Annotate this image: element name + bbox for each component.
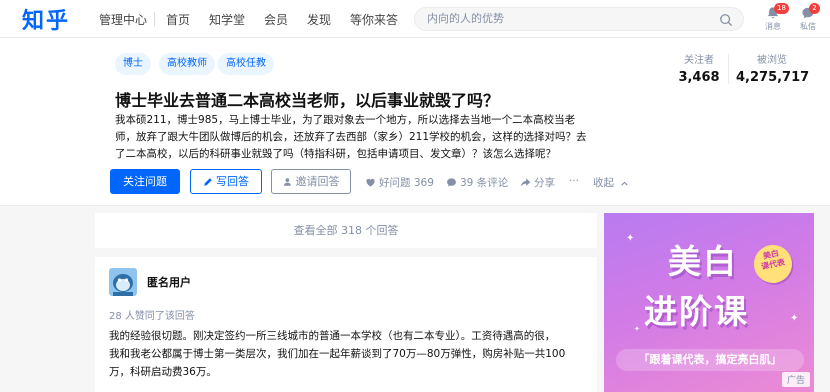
- description-line: 了二本高校，以后的科研事业就毁了吗（特指科研，包括申请项目、发文章）？该怎么选择…: [115, 148, 556, 160]
- stat-divider: [728, 54, 729, 84]
- collapse-label: 收起: [593, 177, 614, 189]
- search-input[interactable]: [427, 12, 707, 25]
- ad-headline-top: 美白: [668, 242, 738, 281]
- answer-line: 我的经验很切题。刚决定签约一所三线城市的普通一本学校（也有二本专业）。工资待遇高…: [109, 330, 556, 342]
- answer-author-name[interactable]: 匿名用户: [147, 274, 191, 290]
- question-header: 博士 高校教师 高校任教 关注者 3,468 被浏览 4,275,717 博士毕…: [0, 38, 830, 206]
- nav-home[interactable]: 首页: [166, 11, 190, 28]
- topic-tag-phd[interactable]: 博士: [115, 53, 151, 75]
- ad-seal-badge: 美白 课代表: [750, 241, 796, 287]
- follow-question-button[interactable]: 关注问题: [110, 169, 180, 194]
- nav-zhixuetang[interactable]: 知学堂: [209, 11, 245, 28]
- comment-icon: [447, 178, 456, 187]
- share-label: 分享: [534, 177, 555, 189]
- ad-headline-bottom: 进阶课: [644, 292, 749, 331]
- views-count: 4,275,717: [736, 70, 810, 85]
- write-answer-button[interactable]: 写回答: [190, 169, 262, 194]
- views-label: 被浏览: [757, 55, 787, 66]
- nav-waiting-answers[interactable]: 等你来答: [350, 11, 398, 28]
- search-box[interactable]: [414, 7, 744, 31]
- anonymous-avatar-icon: [109, 268, 137, 296]
- messages-badge: 18: [774, 3, 789, 14]
- invite-answer-button[interactable]: 邀请回答: [271, 169, 351, 194]
- answer-line: 万，科研启动费36万。: [109, 366, 217, 378]
- question-description: 我本硕211，博士985，马上博士毕业，为了跟对象去一个地方，所以选择去当地一个…: [115, 112, 615, 163]
- top-navigation-bar: 知乎 管理中心 首页 知学堂 会员 发现 等你来答 18 消息 2 私信: [0, 0, 830, 38]
- comments-label: 39 条评论: [460, 177, 509, 189]
- followers-stat[interactable]: 关注者 3,468: [676, 51, 722, 85]
- zhihu-logo[interactable]: 知乎: [22, 3, 70, 35]
- sparkle-icon: ✦: [634, 325, 640, 333]
- share-button[interactable]: 分享: [520, 175, 555, 190]
- nav-divider: [154, 12, 155, 26]
- pencil-icon: [204, 178, 212, 186]
- invite-answer-label: 邀请回答: [295, 175, 340, 188]
- chevron-up-icon: [621, 181, 629, 186]
- good-question-button[interactable]: 好问题 369: [365, 175, 434, 190]
- messages-label: 消息: [765, 22, 781, 31]
- write-answer-label: 写回答: [216, 175, 249, 188]
- view-all-answers-link[interactable]: 查看全部 318 个回答: [95, 213, 597, 248]
- ad-slogan: 「跟着课代表，搞定亮白肌」: [616, 349, 804, 371]
- nav-manage-center[interactable]: 管理中心: [99, 11, 147, 28]
- question-title: 博士毕业去普通二本高校当老师，以后事业就毁了吗？: [115, 91, 500, 110]
- sparkle-icon: ✦: [790, 313, 799, 324]
- private-messages-label: 私信: [800, 22, 816, 31]
- private-messages-badge: 2: [809, 3, 820, 14]
- followers-count: 3,468: [678, 70, 720, 85]
- private-messages-button[interactable]: 2 私信: [793, 3, 823, 32]
- messages-button[interactable]: 18 消息: [758, 3, 789, 32]
- topic-tag-university-teacher[interactable]: 高校教师: [159, 53, 215, 75]
- topic-tag-university-teaching[interactable]: 高校任教: [218, 53, 274, 75]
- comments-button[interactable]: 39 条评论: [446, 175, 508, 190]
- sparkle-icon: ✦: [626, 233, 635, 244]
- description-line: 我本硕211，博士985，马上博士毕业，为了跟对象去一个地方，所以选择去当地一个…: [115, 114, 576, 126]
- good-question-label: 好问题 369: [379, 177, 434, 189]
- share-icon: [521, 178, 531, 187]
- heart-icon: [366, 178, 375, 187]
- avatar[interactable]: [109, 268, 137, 296]
- description-line: 师，放弃了跟大牛团队做博后的机会，还放弃了去西部（家乡）211学校的机会，这样的…: [115, 131, 587, 143]
- answer-line: 我和我老公都属于博士第一类层次，我们加在一起年薪谈到了70万—80万弹性，购房补…: [109, 348, 566, 360]
- ad-label: 广告: [781, 372, 810, 387]
- followers-label: 关注者: [684, 55, 714, 66]
- nav-discover[interactable]: 发现: [307, 11, 331, 28]
- person-add-icon: [283, 178, 291, 186]
- answer-card: 匿名用户 28 人赞同了该回答 我的经验很切题。刚决定签约一所三线城市的普通一本…: [95, 257, 597, 392]
- nav-membership[interactable]: 会员: [264, 11, 288, 28]
- advertisement-banner[interactable]: ✦ ✦ ✦ 美白 美白 课代表 进阶课 「跟着课代表，搞定亮白肌」 广告: [604, 213, 814, 392]
- views-stat: 被浏览 4,275,717: [736, 51, 810, 85]
- answer-content[interactable]: 我的经验很切题。刚决定签约一所三线城市的普通一本学校（也有二本专业）。工资待遇高…: [109, 327, 587, 381]
- search-icon[interactable]: [719, 13, 733, 27]
- collapse-button[interactable]: 收起: [593, 175, 632, 190]
- more-options-button[interactable]: ···: [569, 175, 579, 187]
- upvote-count-note: 28 人赞同了该回答: [109, 311, 195, 322]
